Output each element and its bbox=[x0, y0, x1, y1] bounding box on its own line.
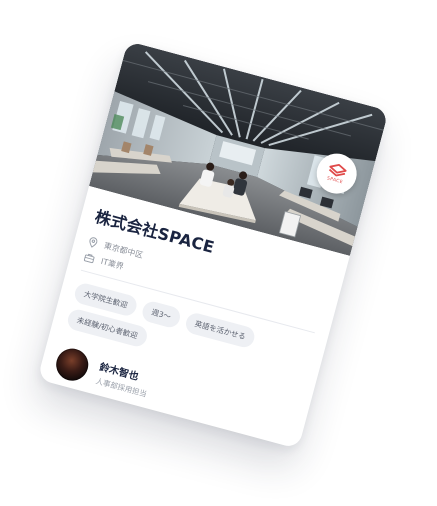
page-stage: SPACE 株式会社SPACE 東京都中区 IT業界 大学院生歓迎 週3〜 英語… bbox=[0, 0, 437, 506]
avatar bbox=[52, 345, 92, 385]
tag-english[interactable]: 英語を活かせる bbox=[183, 311, 257, 350]
industry-text: IT業界 bbox=[99, 256, 125, 272]
briefcase-icon bbox=[83, 253, 95, 264]
location-pin-icon bbox=[89, 237, 98, 248]
recruiter-info: 鈴木智也 人事部採用担当 bbox=[95, 358, 153, 400]
tag-three-days-week[interactable]: 週3〜 bbox=[140, 299, 183, 330]
tag-beginner-welcome[interactable]: 未経験/初心者歓迎 bbox=[65, 307, 149, 349]
company-card[interactable]: SPACE 株式会社SPACE 東京都中区 IT業界 大学院生歓迎 週3〜 英語… bbox=[37, 41, 389, 449]
